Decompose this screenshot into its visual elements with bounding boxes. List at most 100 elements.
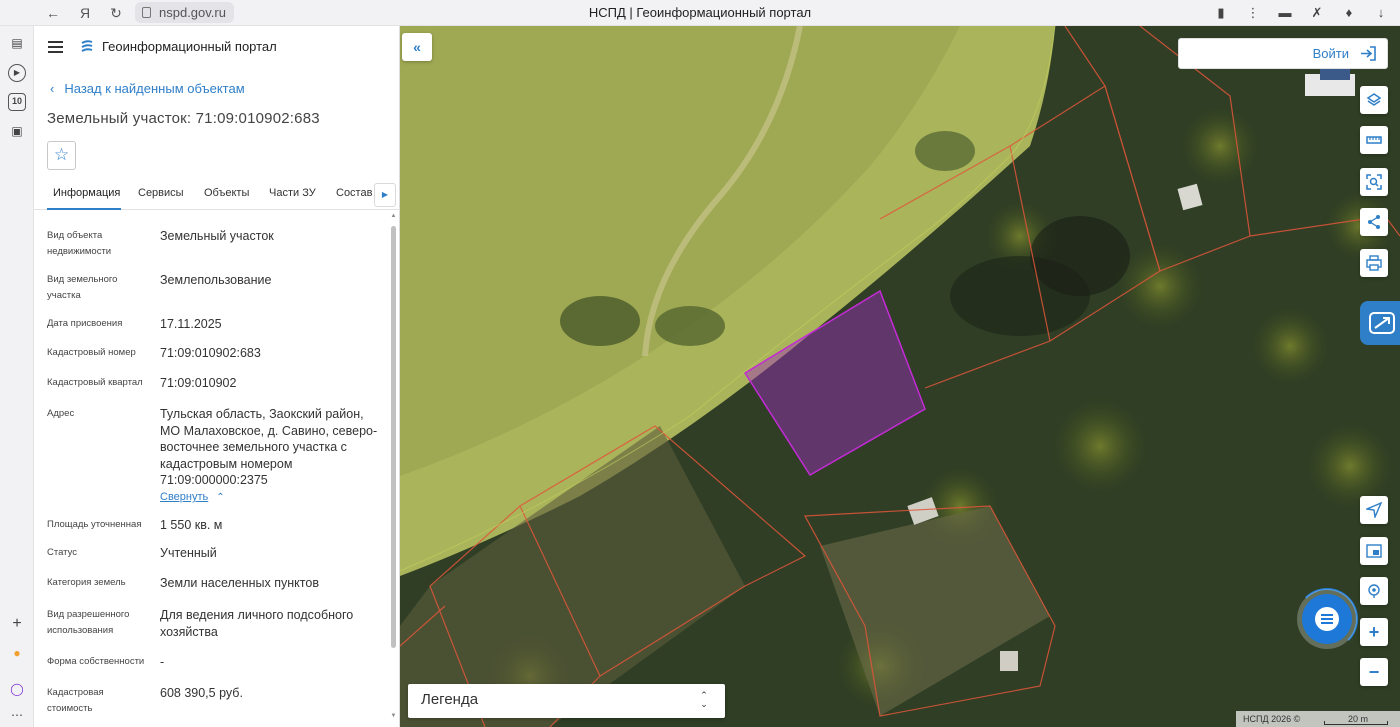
more-dots-icon[interactable]: ⋯ [8,706,26,724]
star-icon: ☆ [53,145,70,164]
login-label: Войти [1312,46,1349,61]
tools-icon[interactable]: ✗ [1306,3,1328,23]
active-tab-indicator [47,208,121,210]
layers-icon [1366,93,1382,106]
reload-icon[interactable]: ↻ [106,3,126,23]
back-link-label: Назад к найденным объектам [64,81,245,96]
yandex-icon[interactable]: Я [75,3,95,23]
map-canvas[interactable]: « Войти + − Легенда ⌃ ⌄ НСПД 2026 © 20 m [400,26,1400,727]
property-label: Кадастровый номер [47,347,136,358]
property-value: 608 390,5 руб. [160,686,243,700]
attribution-text: НСПД 2026 © [1243,714,1301,724]
panel-scrollbar[interactable]: ▲ ▼ [389,212,398,722]
address-value: Тульская область, Заокский район, МО Мал… [160,407,378,487]
browser-sidebar: ▤ ▶ 10 ▣ + ● ◯ ⋯ [0,26,34,727]
scrollbar-thumb[interactable] [391,226,396,648]
collapse-panel-button[interactable]: « [402,33,432,61]
browser-toolbar: ← Я ↻ nspd.gov.ru НСПД | Геоинформационн… [0,0,1400,26]
back-arrow-icon[interactable]: ← [43,3,63,23]
mail-icon[interactable]: ● [8,644,26,662]
search-area-icon [1366,174,1382,190]
tab-information[interactable]: Информация [53,187,120,199]
notes-icon[interactable]: ▤ [8,34,26,52]
layers-button[interactable] [1360,86,1388,114]
property-label: Вид объекта недвижимости [47,230,112,257]
collapse-label: Свернуть [160,491,209,503]
login-icon [1361,46,1376,61]
plus-icon: + [1368,622,1380,642]
chevron-up-icon: ⌃ [216,492,225,503]
geolocation-button[interactable] [1360,577,1388,605]
scroll-up-icon[interactable]: ▲ [390,212,397,220]
ruler-icon [1366,136,1382,144]
sync-widget-button[interactable] [1360,301,1400,345]
add-icon[interactable]: + [8,615,26,633]
minus-icon: − [1368,662,1380,682]
navigation-arrow-icon [1366,502,1382,518]
select-area-button[interactable] [1360,168,1388,196]
back-to-results-link[interactable]: ‹ Назад к найденным объектам [50,81,245,96]
alice-icon[interactable]: ◯ [8,680,26,698]
property-label: Кадастровый квартал [47,377,143,388]
property-value: Для ведения личного подсобного хозяйства [160,608,354,639]
more-icon[interactable]: ⋮ [1242,3,1264,23]
geolocation-icon [1368,584,1380,598]
scroll-down-icon[interactable]: ▼ [390,712,397,720]
calendar-badge-icon[interactable]: 10 [8,93,26,111]
tab-composition[interactable]: Состав [336,187,372,199]
property-value: 1 550 кв. м [160,518,223,532]
property-value: Земельный участок [160,229,274,243]
object-info-panel: Геоинформационный портал ‹ Назад к найден… [34,26,400,727]
up-down-icon: ⌃ ⌄ [700,690,708,709]
chevron-left-icon: ‹ [50,81,55,96]
property-label: Кадастровая стоимость [47,687,104,714]
print-icon [1366,255,1382,271]
tab-objects[interactable]: Объекты [204,187,249,199]
bookmark-icon[interactable]: ▮ [1210,3,1232,23]
property-label: Адрес [47,408,75,419]
play-icon[interactable]: ▶ [8,64,26,82]
locate-button[interactable] [1360,496,1388,524]
panel-header: Геоинформационный портал [34,26,400,70]
url-text: nspd.gov.ru [159,5,226,20]
measure-button[interactable] [1360,126,1388,154]
property-value: 71:09:010902:683 [160,346,261,360]
scale-label: 20 m [1348,714,1369,724]
tab-services[interactable]: Сервисы [138,187,184,199]
print-button[interactable] [1360,249,1388,277]
map-attribution: НСПД 2026 © 20 m [1236,711,1400,727]
share-button[interactable] [1360,208,1388,236]
tab-bar: Информация Сервисы Объекты Части ЗУ Сост… [34,183,400,210]
zoom-out-button[interactable]: − [1360,658,1388,686]
property-value: 71:09:010902 [160,376,237,390]
hamburger-icon[interactable] [48,41,63,53]
property-label: Площадь уточненная [47,519,142,530]
collapse-address-link[interactable]: Свернуть ⌃ [160,491,225,503]
property-label: Вид земельного участка [47,274,118,301]
portal-title: Геоинформационный портал [102,39,277,54]
hat-icon[interactable]: ▬ [1274,3,1296,23]
property-label: Форма собственности [47,656,145,667]
property-value: - [160,655,165,669]
object-title: Земельный участок: 71:09:010902:683 [47,110,320,127]
tab-parts[interactable]: Части ЗУ [269,187,316,199]
property-value: 17.11.2025 [160,317,222,331]
screenshot-icon[interactable]: ▣ [8,122,26,140]
chat-icon [1315,607,1339,631]
download-icon[interactable]: ↓ [1370,3,1392,23]
login-button[interactable]: Войти [1178,38,1388,69]
minimap-icon [1366,544,1382,558]
property-value: Земли населенных пунктов [160,576,319,590]
zoom-in-button[interactable]: + [1360,618,1388,646]
address-bar[interactable]: nspd.gov.ru [135,2,234,23]
minimap-button[interactable] [1360,537,1388,565]
favorite-button[interactable]: ☆ [47,141,76,170]
lock-icon [142,7,151,18]
property-label: Дата присвоения [47,318,123,329]
legend-panel[interactable]: Легенда ⌃ ⌄ [408,684,725,718]
share-icon [1368,215,1380,229]
chat-button[interactable] [1302,594,1352,644]
extensions-icon[interactable]: ♦ [1338,3,1360,23]
portal-logo-icon [81,40,93,52]
tabs-scroll-right-button[interactable]: ▶ [374,183,396,207]
